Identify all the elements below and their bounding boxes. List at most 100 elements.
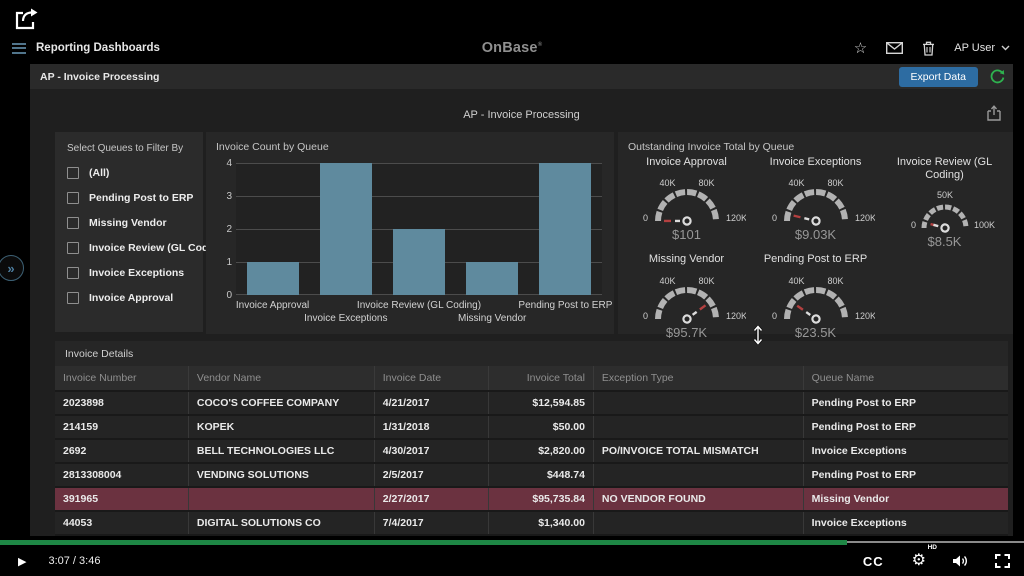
- table-cell: 391965: [55, 487, 188, 511]
- chevron-down-icon: [1001, 45, 1010, 51]
- checkbox[interactable]: [67, 292, 79, 304]
- table-cell: MISSING PURCHASE ORDER: [593, 535, 803, 536]
- column-header[interactable]: Invoice Date: [374, 366, 488, 391]
- gauge-title: Invoice Exceptions: [757, 156, 875, 169]
- table-cell: [593, 463, 803, 487]
- table-cell: COCO'S COFFEE COMPANY: [188, 391, 374, 415]
- gauge-value: $23.5K: [751, 325, 880, 340]
- refresh-icon[interactable]: [990, 69, 1005, 84]
- share-dashboard-icon[interactable]: [987, 105, 1001, 126]
- table-cell: 5/1/2017: [374, 535, 488, 536]
- table-cell: 2813308004: [55, 463, 188, 487]
- table-cell: $50.00: [489, 415, 594, 439]
- trash-icon[interactable]: [922, 41, 935, 56]
- table-cell: [593, 391, 803, 415]
- checkbox[interactable]: [67, 267, 79, 279]
- svg-text:120K: 120K: [855, 311, 875, 321]
- gauge-title: Pending Post to ERP: [757, 253, 875, 266]
- table-cell: 44053: [55, 511, 188, 535]
- star-icon[interactable]: ☆: [854, 41, 867, 56]
- filter-option-label: Invoice Approval: [89, 292, 173, 304]
- table-cell: PO/INVOICE TOTAL MISMATCH: [593, 439, 803, 463]
- invoice-table: Invoice NumberVendor NameInvoice DateInv…: [55, 366, 1008, 536]
- menu-icon[interactable]: [12, 43, 26, 54]
- y-tick-label: 1: [212, 257, 232, 268]
- checkbox[interactable]: [67, 167, 79, 179]
- table-cell: $1,340.00: [489, 511, 594, 535]
- bar: [466, 262, 518, 295]
- table-row[interactable]: 2023898COCO'S COFFEE COMPANY4/21/2017$12…: [55, 391, 1008, 415]
- settings-button[interactable]: ⚙ HD: [912, 553, 926, 569]
- table-row[interactable]: 2692BELL TECHNOLOGIES LLC4/30/2017$2,820…: [55, 439, 1008, 463]
- svg-text:50K: 50K: [936, 190, 952, 200]
- video-progress: [0, 540, 847, 545]
- filter-option: Missing Vendor: [67, 217, 203, 229]
- checkbox[interactable]: [67, 192, 79, 204]
- bar: [247, 262, 299, 295]
- mail-icon[interactable]: [886, 42, 903, 54]
- table-cell: $95,735.84: [489, 487, 594, 511]
- expand-panel-button[interactable]: »: [0, 255, 24, 281]
- export-data-button[interactable]: Export Data: [899, 67, 978, 87]
- chart-title: Invoice Count by Queue: [206, 132, 614, 153]
- bar-chart-plot: [236, 163, 602, 295]
- captions-button[interactable]: CC: [863, 554, 884, 569]
- volume-button[interactable]: [952, 554, 969, 568]
- table-cell: 4/21/2017: [374, 391, 488, 415]
- table-row[interactable]: 214159KOPEK1/31/2018$50.00Pending Post t…: [55, 415, 1008, 439]
- table-row[interactable]: 4894INNPOINT DATA5/1/2017$535.82MISSING …: [55, 535, 1008, 536]
- table-cell: 2/27/2017: [374, 487, 488, 511]
- filter-option: Invoice Exceptions: [67, 267, 203, 279]
- filter-option-label: (All): [89, 167, 109, 179]
- column-header[interactable]: Invoice Number: [55, 366, 188, 391]
- column-header[interactable]: Vendor Name: [188, 366, 374, 391]
- table-cell: DIGITAL SOLUTIONS CO: [188, 511, 374, 535]
- filter-option: Invoice Approval: [67, 292, 203, 304]
- svg-text:0: 0: [910, 220, 915, 230]
- gauge-title: Invoice Review (GL Coding): [886, 156, 1004, 182]
- filter-option: Invoice Review (GL Coding): [67, 242, 203, 254]
- fullscreen-button[interactable]: [995, 554, 1010, 568]
- play-button[interactable]: ▶: [18, 555, 26, 568]
- table-cell: 2023898: [55, 391, 188, 415]
- table-cell: INNPOINT DATA: [188, 535, 374, 536]
- queue-filter-panel: Select Queues to Filter By (All)Pending …: [55, 132, 203, 332]
- table-cell: 2692: [55, 439, 188, 463]
- y-tick-label: 0: [212, 290, 232, 301]
- table-cell: Invoice Exceptions: [803, 511, 1008, 535]
- gauge: Missing Vendor040K80K120K$95.7K: [622, 253, 751, 339]
- onbase-logo: OnBase®: [482, 40, 543, 56]
- x-tick-label: Invoice Exceptions: [304, 313, 387, 324]
- svg-text:40K: 40K: [659, 276, 675, 286]
- column-header[interactable]: Exception Type: [593, 366, 803, 391]
- checkbox[interactable]: [67, 217, 79, 229]
- table-cell: 4894: [55, 535, 188, 536]
- svg-text:0: 0: [771, 311, 776, 321]
- svg-text:40K: 40K: [659, 178, 675, 188]
- svg-text:120K: 120K: [726, 213, 746, 223]
- gauge: Invoice Exceptions040K80K120K$9.03K: [751, 156, 880, 249]
- column-header[interactable]: Queue Name: [803, 366, 1008, 391]
- filter-option: Pending Post to ERP: [67, 192, 203, 204]
- table-cell: NO VENDOR FOUND: [593, 487, 803, 511]
- resize-cursor: [752, 325, 764, 350]
- table-row[interactable]: 2813308004VENDING SOLUTIONS2/5/2017$448.…: [55, 463, 1008, 487]
- table-row[interactable]: 391965 2/27/2017$95,735.84NO VENDOR FOUND…: [55, 487, 1008, 511]
- checkbox[interactable]: [67, 242, 79, 254]
- x-tick-label: Pending Post to ERP: [518, 300, 612, 311]
- app-bar: Reporting Dashboards OnBase® ☆ AP User: [0, 36, 1024, 60]
- table-cell: KOPEK: [188, 415, 374, 439]
- table-cell: Invoice Exceptions: [803, 535, 1008, 536]
- x-tick-label: Invoice Review (GL Coding): [357, 300, 481, 311]
- bar: [393, 229, 445, 295]
- table-cell: BELL TECHNOLOGIES LLC: [188, 439, 374, 463]
- user-menu[interactable]: AP User: [954, 42, 1010, 54]
- table-row[interactable]: 44053DIGITAL SOLUTIONS CO7/4/2017$1,340.…: [55, 511, 1008, 535]
- table-title: Invoice Details: [55, 341, 1008, 366]
- table-cell: [593, 415, 803, 439]
- filter-option-label: Invoice Exceptions: [89, 267, 184, 279]
- column-header[interactable]: Invoice Total: [489, 366, 594, 391]
- video-share-icon[interactable]: [13, 7, 41, 38]
- page-title: AP - Invoice Processing: [30, 109, 1013, 121]
- filter-option: (All): [67, 167, 203, 179]
